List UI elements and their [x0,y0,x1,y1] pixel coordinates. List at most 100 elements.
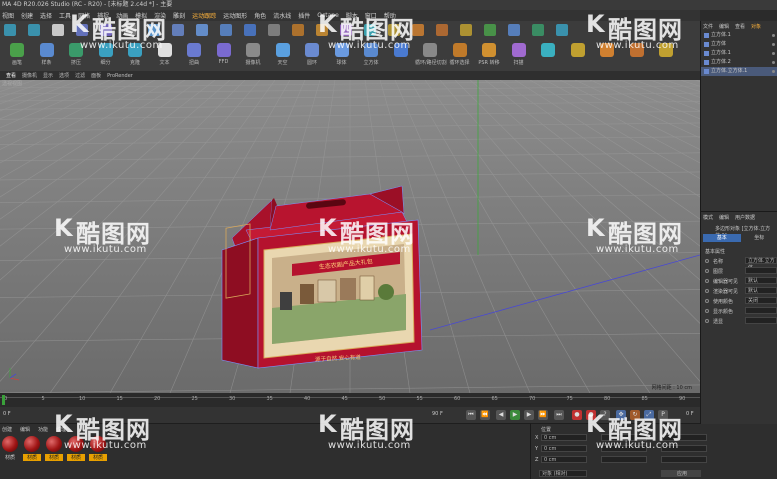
viewport-menu-item[interactable]: 摄像机 [22,72,37,79]
viewport-menu-item[interactable]: 选项 [59,72,69,79]
keyframe-selection-icon[interactable]: ? [600,410,610,420]
toolbar-top-icon[interactable] [388,24,400,36]
prev-frame-icon[interactable]: ◀ [496,410,506,420]
object-menu-item[interactable]: 对象 [751,23,761,30]
toolbar-top-icon[interactable] [76,24,88,36]
menu-item[interactable]: 选择 [40,11,52,20]
menu-item[interactable]: 捕捉 [97,11,109,20]
toolbar-top-icon[interactable] [244,24,256,36]
next-key-icon[interactable]: ⏩ [538,410,548,420]
menu-item[interactable]: 运动图形 [223,11,247,20]
attribute-menu-item[interactable]: 编辑 [719,214,729,221]
viewport-menu-item[interactable]: 面板 [91,72,101,79]
toolbar-tool[interactable]: 样条 [32,43,62,66]
coord-position-field[interactable]: 0 cm [541,456,587,463]
anim-dot-icon[interactable] [705,269,709,273]
timeline-ruler[interactable]: 051015202530354045505560657075808590 [0,393,700,407]
toolbar-tool[interactable] [563,43,593,57]
coord-size-field[interactable] [601,434,647,441]
perspective-viewport[interactable]: 生态农副产品大礼包 源于自然 安心有道 网格间距 : 10 cm [0,80,700,393]
toolbar-tool[interactable]: 球体 [327,43,357,66]
material-swatch[interactable]: 材质 [89,436,107,461]
auto-key-icon[interactable]: ● [586,410,596,420]
toolbar-tool[interactable] [592,43,622,57]
object-row[interactable]: 立方体.立方体.1 [701,67,777,76]
toolbar-top-icon[interactable] [4,24,16,36]
toolbar-tool[interactable]: 扫描 [504,43,534,66]
menu-item[interactable]: 窗口 [365,11,377,20]
visibility-dots-icon[interactable] [772,52,775,55]
toolbar-top-icon[interactable] [52,24,64,36]
menu-item[interactable]: Octane [317,12,339,19]
object-menu-item[interactable]: 编辑 [719,23,729,30]
visibility-dots-icon[interactable] [772,43,775,46]
menu-item[interactable]: 视图 [2,11,14,20]
toolbar-top-icon[interactable] [196,24,208,36]
next-frame-icon[interactable]: ▶ [524,410,534,420]
coord-size-field[interactable] [601,456,647,463]
toolbar-tool[interactable]: 扭曲 [179,43,209,66]
object-menu-item[interactable]: 文件 [703,23,713,30]
menu-item[interactable]: 插件 [298,11,310,20]
toolbar-top-icon[interactable] [28,24,40,36]
toolbar-tool[interactable]: 文本 [150,43,180,66]
attribute-menu-item[interactable]: 用户数据 [735,214,755,221]
menu-item[interactable]: 创建 [21,11,33,20]
anim-dot-icon[interactable] [705,289,709,293]
toolbar-tool[interactable] [386,43,416,57]
coord-mode-select[interactable]: 对象 (相对) [539,470,587,477]
material-swatch[interactable]: 材质 [45,436,63,461]
toolbar-top-icon[interactable] [556,24,568,36]
coord-position-field[interactable]: 0 cm [541,434,587,441]
material-swatch[interactable]: 材质 [1,436,19,461]
toolbar-top-icon[interactable] [436,24,448,36]
toolbar-tool[interactable]: 画笔 [2,43,32,66]
toolbar-top-icon[interactable] [124,24,136,36]
apply-button[interactable]: 应用 [661,470,701,477]
menu-item[interactable]: 网格 [78,11,90,20]
toolbar-top-icon[interactable] [220,24,232,36]
coord-rotation-field[interactable] [661,434,707,441]
toolbar-tool[interactable]: 圆环 [297,43,327,66]
menu-item[interactable]: 工具 [59,11,71,20]
toolbar-top-icon[interactable] [268,24,280,36]
attr-value-field[interactable] [745,307,777,314]
play-icon[interactable]: ▶ [510,410,520,420]
coord-position-field[interactable]: 0 cm [541,445,587,452]
viewport-menu-item[interactable]: 过滤 [75,72,85,79]
attr-value-field[interactable]: 默认 [745,277,777,284]
viewport-menu-item[interactable]: 查看 [6,72,16,79]
end-frame-alt[interactable]: 0 F [686,411,694,417]
toolbar-tool[interactable]: 循环/路径切割 [415,43,445,66]
visibility-dots-icon[interactable] [772,34,775,37]
record-icon[interactable]: ● [572,410,582,420]
anim-dot-icon[interactable] [705,299,709,303]
coord-rotation-field[interactable] [661,445,707,452]
object-row[interactable]: 立方体.1 [701,31,777,40]
attr-value-field[interactable]: 关闭 [745,297,777,304]
menu-item[interactable]: 动画 [116,11,128,20]
toolbar-top-icon[interactable] [172,24,184,36]
toolbar-top-icon[interactable] [316,24,328,36]
menu-item[interactable]: 帮助 [384,11,396,20]
anim-dot-icon[interactable] [705,259,709,263]
toolbar-top-icon[interactable] [340,24,352,36]
attribute-menu-item[interactable]: 模式 [703,214,713,221]
coord-rotation-field[interactable] [661,456,707,463]
toolbar-tool[interactable]: 立方体 [356,43,386,66]
playhead[interactable] [2,395,5,405]
toolbar-tool[interactable]: 循环选择 [445,43,475,66]
toolbar-tool[interactable]: FFD [209,43,239,65]
coord-size-field[interactable] [601,445,647,452]
object-row[interactable]: 立方体 [701,40,777,49]
viewport-canvas[interactable]: 生态农副产品大礼包 源于自然 安心有道 网格间距 : 10 cm [0,80,700,393]
menu-item[interactable]: 运动跟踪 [192,11,216,20]
toolbar-top-icon[interactable] [532,24,544,36]
anim-dot-icon[interactable] [705,319,709,323]
viewport-menu-item[interactable]: ProRender [107,73,133,79]
toolbar-tool[interactable]: 细分 [91,43,121,66]
menu-item[interactable]: 模拟 [135,11,147,20]
toolbar-top-icon[interactable] [148,24,160,36]
toolbar-top-icon[interactable] [364,24,376,36]
go-to-end-icon[interactable]: ⏭ [554,410,564,420]
